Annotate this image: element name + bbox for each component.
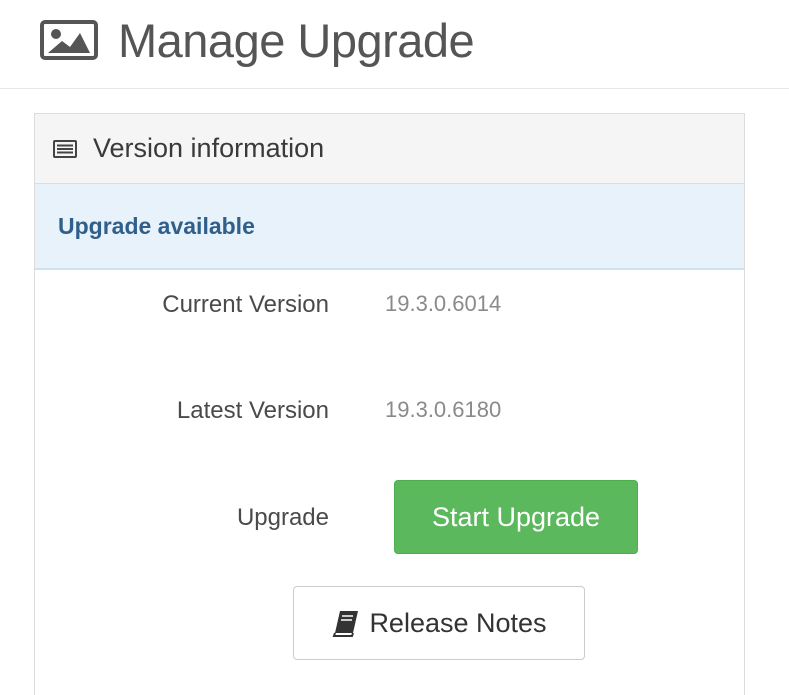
release-notes-label: Release Notes — [369, 607, 547, 638]
current-version-label: Current Version — [162, 291, 329, 318]
latest-version-label: Latest Version — [176, 397, 329, 424]
upgrade-alert-text: Upgrade available — [58, 212, 255, 239]
page-header: Manage Upgrade — [40, 10, 475, 70]
image-icon — [40, 20, 98, 60]
header-divider — [0, 88, 789, 89]
page-title: Manage Upgrade — [118, 13, 475, 67]
list-icon — [53, 139, 77, 159]
upgrade-label: Upgrade — [236, 504, 329, 531]
panel-title: Version information — [93, 133, 325, 163]
panel-heading: Version information — [35, 114, 744, 184]
start-upgrade-label: Start Upgrade — [431, 501, 601, 532]
release-notes-button[interactable]: Release Notes — [293, 586, 585, 660]
upgrade-alert: Upgrade available — [35, 184, 744, 270]
current-version-value: 19.3.0.6014 — [385, 291, 502, 316]
version-panel: Version information Upgrade available Cu… — [34, 113, 745, 695]
book-icon — [331, 608, 361, 638]
start-upgrade-button[interactable]: Start Upgrade — [394, 480, 638, 554]
latest-version-value: 19.3.0.6180 — [385, 397, 502, 422]
